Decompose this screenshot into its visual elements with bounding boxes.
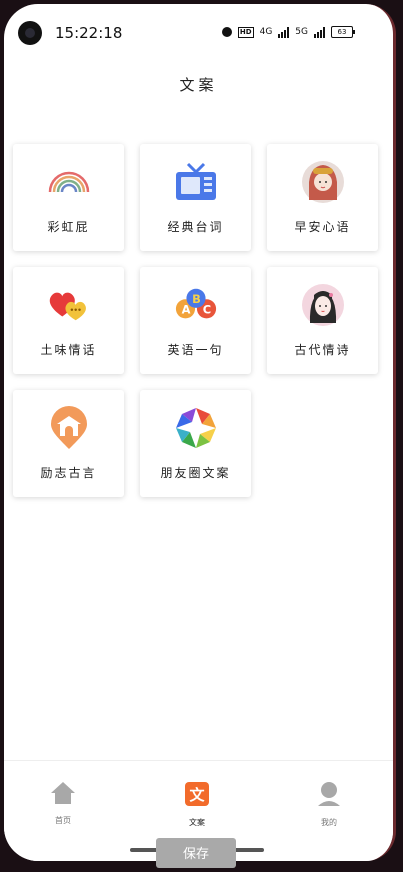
abc-balloons-icon: A B C <box>174 283 218 327</box>
svg-text:C: C <box>202 303 210 317</box>
svg-text:B: B <box>192 292 201 306</box>
category-label: 古代情诗 <box>294 343 351 357</box>
page-title: 文案 <box>179 76 218 94</box>
svg-text:文: 文 <box>189 786 205 804</box>
home-icon <box>51 782 75 804</box>
category-label: 早安心语 <box>294 220 351 234</box>
signal-icon <box>278 26 290 38</box>
tab-home[interactable]: 首页 <box>33 781 93 826</box>
tab-wenan[interactable]: 文 文案 <box>167 781 227 828</box>
tab-label: 我的 <box>321 818 337 827</box>
category-label: 朋友圈文案 <box>160 466 231 480</box>
category-grid: 彩虹屁 经典台词 早安心语 土味情话 A B C 英语一句 古代情诗 励志古言 … <box>13 144 383 497</box>
category-card-classic-lines[interactable]: 经典台词 <box>140 144 251 251</box>
category-label: 励志古言 <box>40 466 97 480</box>
hd-icon: HD <box>237 26 254 38</box>
category-card-moments-copy[interactable]: 朋友圈文案 <box>140 390 251 497</box>
ancient-girl-icon <box>301 283 345 327</box>
rainbow-icon <box>47 160 91 204</box>
signal-icon-2 <box>314 26 325 38</box>
tv-icon <box>174 160 218 204</box>
category-card-morning-words[interactable]: 早安心语 <box>267 144 378 251</box>
tab-label: 文案 <box>189 818 205 827</box>
category-label: 经典台词 <box>167 220 224 234</box>
svg-text:A: A <box>181 303 190 317</box>
alarm-icon <box>221 27 232 37</box>
category-card-rainbow[interactable]: 彩虹屁 <box>13 144 124 251</box>
wenan-icon: 文 <box>185 782 209 806</box>
aperture-icon <box>174 406 218 450</box>
phone-screen: 15:22:18 HD 4G 5G 63 文案 彩虹屁 经典台词 早安心语 土味… <box>4 4 396 861</box>
temple-icon <box>47 406 91 450</box>
category-card-cheesy-lines[interactable]: 土味情话 <box>13 267 124 374</box>
status-bar: 15:22:18 HD 4G 5G 63 <box>4 4 393 60</box>
save-button[interactable]: 保存 <box>156 838 236 868</box>
camera-cutout <box>18 21 42 45</box>
tab-profile[interactable]: 我的 <box>299 781 359 828</box>
category-card-english-sentence[interactable]: A B C 英语一句 <box>140 267 251 374</box>
category-label: 土味情话 <box>40 343 97 357</box>
status-icons: HD 4G 5G 63 <box>221 26 355 38</box>
battery-icon: 63 <box>331 26 355 38</box>
network-4g-label: 4G <box>259 27 273 37</box>
tab-label: 首页 <box>55 816 71 825</box>
hearts-chat-icon <box>47 283 91 327</box>
network-5g-label: 5G <box>295 27 308 37</box>
category-card-ancient-poems[interactable]: 古代情诗 <box>267 267 378 374</box>
girl-avatar-icon <box>301 160 345 204</box>
category-label: 英语一句 <box>167 343 224 357</box>
user-icon <box>318 782 340 806</box>
category-card-motivational-quotes[interactable]: 励志古言 <box>13 390 124 497</box>
status-time: 15:22:18 <box>55 24 123 42</box>
category-label: 彩虹屁 <box>47 220 90 234</box>
